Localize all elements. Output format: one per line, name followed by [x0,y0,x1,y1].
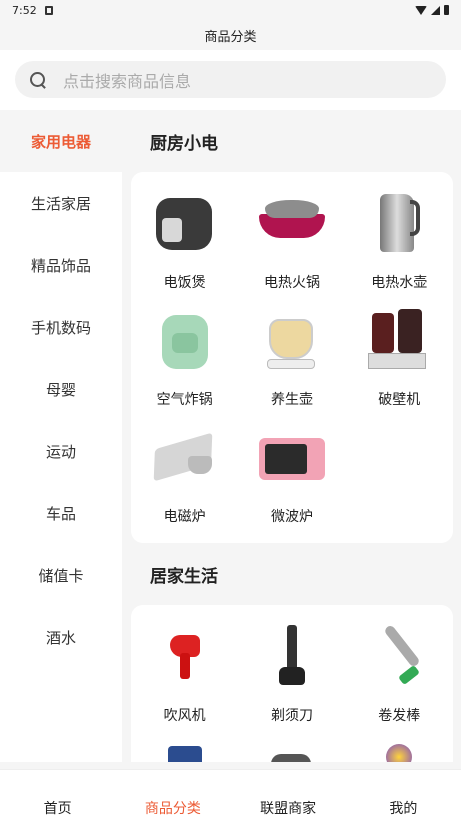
rice-cooker-icon [150,188,220,258]
product-image-icon [150,738,220,762]
product-item[interactable] [238,732,345,762]
category-body: 家用电器 生活家居 精品饰品 手机数码 母婴 运动 车品 储值卡 酒水 厨房小电… [0,110,461,762]
sidebar-item-home-living[interactable]: 生活家居 [0,172,122,234]
tab-home[interactable]: 首页 [0,770,115,821]
product-item[interactable] [346,732,453,762]
sidebar-item-label: 手机数码 [30,318,91,337]
sidebar-item-baby[interactable]: 母婴 [0,358,122,420]
product-item[interactable]: 剃须刀 [238,615,345,732]
sidebar-item-sports[interactable]: 运动 [0,420,122,482]
microwave-icon [257,422,327,492]
sidebar-item-label: 生活家居 [30,194,91,213]
product-item[interactable]: 电热水壶 [346,182,453,299]
tab-label: 我的 [389,800,418,817]
product-label: 卷发棒 [378,708,421,724]
product-image-icon [364,738,434,762]
product-item[interactable]: 微波炉 [238,416,345,533]
bottom-tab-bar: 首页 商品分类 联盟商家 我的 [0,769,461,821]
notification-icon [44,5,53,15]
hair-dryer-icon [150,621,220,691]
tab-label: 首页 [43,800,72,817]
search-icon [29,71,47,89]
sidebar-item-label: 运动 [45,442,76,461]
status-bar: 7:52 [0,0,461,20]
product-label: 破壁机 [378,392,421,408]
sidebar-item-label: 家用电器 [30,132,91,151]
product-item[interactable]: 卷发棒 [346,615,453,732]
product-item[interactable]: 电饭煲 [131,182,238,299]
curling-iron-icon [364,621,434,691]
page-title-bar: 商品分类 [0,20,461,50]
hot-pot-icon [257,188,327,258]
status-time: 7:52 [12,3,37,17]
sidebar-item-digital[interactable]: 手机数码 [0,296,122,358]
section-title: 厨房小电 [150,133,218,154]
sidebar-item-label: 酒水 [45,628,76,647]
health-pot-icon [257,305,327,375]
tab-profile[interactable]: 我的 [346,770,461,821]
sidebar-item-label: 母婴 [45,380,76,399]
sidebar-item-gift-card[interactable]: 储值卡 [0,544,122,606]
sidebar-item-label: 车品 [45,504,76,523]
product-label: 空气炸锅 [156,392,213,408]
tab-categories[interactable]: 商品分类 [115,770,230,821]
tab-label: 商品分类 [144,800,201,817]
search-input[interactable]: 点击搜索商品信息 [15,61,446,98]
tab-label: 联盟商家 [260,800,317,817]
section-title: 居家生活 [150,566,218,587]
product-grid: 电饭煲 电热火锅 电热水壶 空气炸锅 养生壶 破壁机 电磁炉 微波炉 [131,172,453,543]
product-item[interactable]: 破壁机 [346,299,453,416]
search-placeholder: 点击搜索商品信息 [63,71,192,91]
product-label: 电饭煲 [163,275,206,291]
product-item[interactable]: 空气炸锅 [131,299,238,416]
product-label: 电磁炉 [163,509,206,525]
product-content: 厨房小电 电饭煲 电热火锅 电热水壶 空气炸锅 养生壶 破壁机 电磁炉 微波炉 … [122,110,461,762]
sidebar-item-label: 精品饰品 [30,256,91,275]
product-item[interactable]: 养生壶 [238,299,345,416]
product-item[interactable]: 吹风机 [131,615,238,732]
sidebar-item-drinks[interactable]: 酒水 [0,606,122,668]
sidebar-item-accessories[interactable]: 精品饰品 [0,234,122,296]
signal-icon [431,5,440,15]
battery-icon [444,5,449,15]
sidebar-item-home-appliances[interactable]: 家用电器 [0,110,122,172]
sidebar-item-car[interactable]: 车品 [0,482,122,544]
air-fryer-icon [150,305,220,375]
product-image-icon [257,738,327,762]
product-label: 剃须刀 [270,708,313,724]
product-grid: 吹风机 剃须刀 卷发棒 [131,605,453,762]
sidebar-item-label: 储值卡 [38,566,84,585]
product-label: 微波炉 [270,509,313,525]
product-label: 吹风机 [163,708,206,724]
category-sidebar: 家用电器 生活家居 精品饰品 手机数码 母婴 运动 车品 储值卡 酒水 [0,110,122,762]
blender-icon [364,305,434,375]
wifi-icon [415,5,427,15]
tab-merchants[interactable]: 联盟商家 [231,770,346,821]
product-item[interactable]: 电热火锅 [238,182,345,299]
search-container: 点击搜索商品信息 [0,50,461,110]
product-item[interactable]: 电磁炉 [131,416,238,533]
razor-icon [257,621,327,691]
product-label: 电热水壶 [371,275,428,291]
product-item[interactable] [131,732,238,762]
product-label: 电热火锅 [263,275,320,291]
product-label: 养生壶 [270,392,313,408]
page-title: 商品分类 [204,29,257,45]
induction-cooker-icon [150,422,220,492]
kettle-icon [364,188,434,258]
